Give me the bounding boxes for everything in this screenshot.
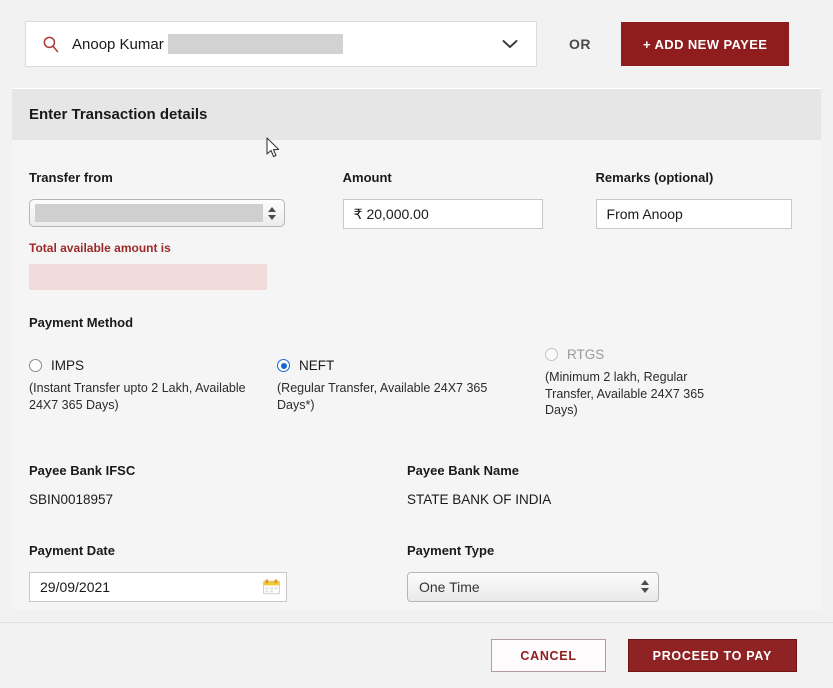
payee-bank-ifsc-group: Payee Bank IFSC SBIN0018957 <box>29 463 407 507</box>
payee-bank-ifsc-value: SBIN0018957 <box>29 491 114 507</box>
or-separator-label: OR <box>569 36 591 52</box>
payee-dropdown-toggle[interactable] <box>502 39 522 49</box>
amount-label: Amount <box>342 170 392 185</box>
radio-rtgs-description: (Minimum 2 lakh, Regular Transfer, Avail… <box>545 370 705 417</box>
transaction-form: Transfer from Total available amount is … <box>12 140 821 610</box>
payee-name-redaction <box>167 34 343 54</box>
available-amount-redaction <box>29 264 267 290</box>
payment-method-options: IMPS (Instant Transfer upto 2 Lakh, Avai… <box>29 347 821 419</box>
radio-neft[interactable] <box>277 359 290 372</box>
amount-value: ₹ 20,000.00 <box>353 205 429 222</box>
transfer-from-label: Transfer from <box>29 170 113 185</box>
available-amount-label: Total available amount is <box>29 241 171 255</box>
radio-imps-description: (Instant Transfer upto 2 Lakh, Available… <box>29 381 246 412</box>
payee-search-value: Anoop Kumar <box>72 35 164 53</box>
radio-neft-description: (Regular Transfer, Available 24X7 365 Da… <box>277 381 488 412</box>
transfer-from-select[interactable] <box>29 199 285 227</box>
payment-type-group: Payment Type One Time <box>407 543 659 602</box>
amount-input[interactable]: ₹ 20,000.00 <box>342 199 543 229</box>
calendar-icon[interactable] <box>263 579 280 595</box>
payee-bank-ifsc-label: Payee Bank IFSC <box>29 462 136 478</box>
form-row-primary: Transfer from Total available amount is … <box>29 170 821 290</box>
stepper-arrows-icon <box>636 580 654 593</box>
radio-rtgs-label: RTGS <box>567 347 605 362</box>
radio-neft-label: NEFT <box>299 358 335 373</box>
radio-imps-label: IMPS <box>51 358 85 373</box>
remarks-value: From Anoop <box>606 206 683 222</box>
payee-bank-row: Payee Bank IFSC SBIN0018957 Payee Bank N… <box>29 463 821 507</box>
stepper-arrows-icon <box>263 206 281 220</box>
transaction-details-header: Enter Transaction details <box>12 88 821 140</box>
payment-date-group: Payment Date 29/09/2021 <box>29 543 407 602</box>
radio-imps[interactable] <box>29 359 42 372</box>
remarks-label: Remarks (optional) <box>595 170 714 185</box>
page-title: Enter Transaction details <box>29 106 208 123</box>
payment-method-label: Payment Method <box>29 315 134 330</box>
payment-date-value: 29/09/2021 <box>40 578 111 595</box>
add-new-payee-button[interactable]: + ADD NEW PAYEE <box>621 22 790 66</box>
proceed-to-pay-button[interactable]: PROCEED TO PAY <box>627 639 797 672</box>
payment-type-select[interactable]: One Time <box>407 571 659 602</box>
amount-group: Amount ₹ 20,000.00 <box>342 170 596 290</box>
payment-option-neft[interactable]: NEFT (Regular Transfer, Available 24X7 3… <box>277 358 545 419</box>
radio-rtgs <box>545 348 558 361</box>
chevron-down-icon <box>502 40 518 48</box>
form-footer: CANCEL PROCEED TO PAY <box>0 622 833 688</box>
payment-option-rtgs: RTGS (Minimum 2 lakh, Regular Transfer, … <box>545 347 765 419</box>
payment-type-value: One Time <box>419 578 480 595</box>
transfer-from-redaction <box>35 204 263 222</box>
payee-bank-name-label: Payee Bank Name <box>407 462 520 478</box>
search-icon <box>43 36 59 53</box>
remarks-group: Remarks (optional) From Anoop <box>595 170 821 290</box>
payee-search-field[interactable]: Anoop Kumar <box>25 21 537 67</box>
payee-bank-name-value: STATE BANK OF INDIA <box>407 491 552 507</box>
payment-date-label: Payment Date <box>29 542 115 558</box>
payment-date-input[interactable]: 29/09/2021 <box>29 571 287 602</box>
payment-type-label: Payment Type <box>407 542 495 558</box>
transfer-from-group: Transfer from Total available amount is <box>29 170 343 290</box>
payee-bank-name-group: Payee Bank Name STATE BANK OF INDIA <box>407 463 551 507</box>
payment-schedule-row: Payment Date 29/09/2021 Payment Type One… <box>29 543 821 602</box>
top-search-bar: Anoop Kumar OR + ADD NEW PAYEE <box>0 0 833 88</box>
cancel-button[interactable]: CANCEL <box>491 639 606 672</box>
payment-option-imps[interactable]: IMPS (Instant Transfer upto 2 Lakh, Avai… <box>29 358 277 419</box>
remarks-input[interactable]: From Anoop <box>595 199 792 229</box>
